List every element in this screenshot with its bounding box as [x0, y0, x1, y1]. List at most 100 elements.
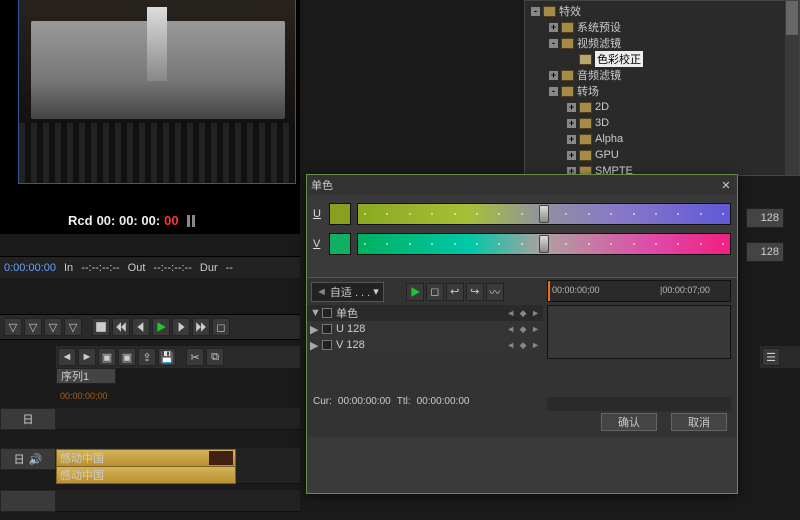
- insert-button[interactable]: ▣: [98, 348, 116, 366]
- tree-item[interactable]: - 特效: [525, 3, 799, 19]
- kf-prev-key-button[interactable]: ↩: [446, 283, 464, 301]
- kf-nav-icons[interactable]: ◄ ◆ ►: [506, 340, 541, 351]
- cur-value: 00:00:00:00: [338, 396, 391, 407]
- tree-item[interactable]: -转场: [525, 83, 799, 99]
- collapse-icon[interactable]: ▼: [310, 307, 318, 319]
- v-slider-thumb[interactable]: [539, 235, 549, 253]
- v-slider[interactable]: [357, 233, 731, 255]
- track-header-empty[interactable]: [0, 490, 56, 512]
- playhead-tc[interactable]: 0:00:00:00: [4, 262, 56, 274]
- track-header-v1[interactable]: 日: [0, 408, 56, 430]
- keyframe-ruler[interactable]: 00:00:00;00 |00:00:07;00: [547, 280, 731, 302]
- kf-play-button[interactable]: [406, 283, 424, 301]
- close-icon[interactable]: ✕: [719, 178, 733, 192]
- panel-toggle-button[interactable]: ☰: [762, 348, 780, 366]
- tree-item[interactable]: -视频滤镜: [525, 35, 799, 51]
- u-value-readout[interactable]: 128: [746, 208, 784, 228]
- track-lane-v1[interactable]: [56, 408, 300, 430]
- tree-item[interactable]: + 音频滤镜: [525, 67, 799, 83]
- clip-audio-1[interactable]: 感动中国: [56, 466, 236, 484]
- kf-param-u[interactable]: ▶ U 128 ◄ ◆ ►: [307, 321, 543, 337]
- overwrite-button[interactable]: ▣: [118, 348, 136, 366]
- cancel-button[interactable]: 取消: [671, 413, 727, 431]
- tree-item[interactable]: + GPU: [525, 147, 799, 163]
- tree-scroll-thumb[interactable]: [786, 1, 798, 35]
- nudge-right-button[interactable]: ►: [78, 348, 96, 366]
- rewind-button[interactable]: [112, 318, 130, 336]
- prev-frame-button[interactable]: [132, 318, 150, 336]
- tree-item[interactable]: +3D: [525, 115, 799, 131]
- loop-button[interactable]: ◻: [212, 318, 230, 336]
- param-checkbox[interactable]: [322, 308, 332, 318]
- tree-toggle-icon[interactable]: +: [567, 119, 576, 128]
- tree-toggle-icon[interactable]: -: [531, 7, 540, 16]
- track-header-a1[interactable]: 日 🔊: [0, 448, 56, 470]
- tree-toggle-icon[interactable]: +: [567, 151, 576, 160]
- param-label: 单色: [336, 305, 358, 321]
- u-slider[interactable]: [357, 203, 731, 225]
- tree-item[interactable]: +2D: [525, 99, 799, 115]
- kf-graph-button[interactable]: 〰: [486, 283, 504, 301]
- tree-item[interactable]: +Alpha: [525, 131, 799, 147]
- next-frame-button[interactable]: [172, 318, 190, 336]
- kf-nav-icons[interactable]: ◄ ◆ ►: [506, 308, 541, 319]
- timeline-ruler[interactable]: 00:00:00;00: [56, 388, 300, 404]
- clear-marker-button[interactable]: ▽: [64, 318, 82, 336]
- ttl-label: Ttl:: [397, 396, 411, 407]
- lift-button[interactable]: ⇪: [138, 348, 156, 366]
- out-value: --:--:--:--: [153, 262, 191, 274]
- nudge-left-button[interactable]: ◄: [58, 348, 76, 366]
- pause-icon: [187, 215, 195, 227]
- tree-scrollbar[interactable]: [785, 1, 799, 175]
- ok-button[interactable]: 确认: [601, 413, 657, 431]
- stop-button[interactable]: [92, 318, 110, 336]
- expand-icon[interactable]: ▶: [310, 339, 318, 352]
- folder-icon: [561, 86, 574, 97]
- kf-playhead[interactable]: [548, 281, 550, 301]
- v-value-readout[interactable]: 128: [746, 242, 784, 262]
- tree-item-label: 2D: [595, 101, 609, 113]
- kf-loop-button[interactable]: ◻: [426, 283, 444, 301]
- v-label: V: [313, 238, 323, 250]
- monochrome-dialog: 单色 ✕ U V ◄自适 . . .▾ ◻: [306, 174, 738, 494]
- save-button[interactable]: 💾: [158, 348, 176, 366]
- tree-item[interactable]: + 系统预设: [525, 19, 799, 35]
- clip-video-1[interactable]: 感动中国: [56, 449, 236, 467]
- kf-next-key-button[interactable]: ↪: [466, 283, 484, 301]
- u-slider-thumb[interactable]: [539, 205, 549, 223]
- track-lane-empty[interactable]: [56, 490, 300, 512]
- tree-item[interactable]: 色彩校正: [525, 51, 799, 67]
- tree-toggle-icon[interactable]: +: [549, 23, 558, 32]
- expand-icon[interactable]: ▶: [310, 323, 318, 336]
- mark-out-button[interactable]: ▽: [24, 318, 42, 336]
- preview-video-frame[interactable]: [18, 0, 296, 184]
- kf-param-root[interactable]: ▼ 单色 ◄ ◆ ►: [307, 305, 543, 321]
- param-checkbox[interactable]: [322, 324, 332, 334]
- tree-item-label: 特效: [559, 3, 581, 19]
- sequence-tab[interactable]: 序列1: [56, 368, 116, 384]
- dialog-titlebar[interactable]: 单色 ✕: [307, 175, 737, 195]
- tree-toggle-icon[interactable]: -: [549, 39, 558, 48]
- cut-button[interactable]: ✂: [186, 348, 204, 366]
- tree-toggle-icon[interactable]: -: [549, 87, 558, 96]
- ttl-value: 00:00:00:00: [417, 396, 470, 407]
- tree-toggle-icon[interactable]: +: [567, 135, 576, 144]
- kf-param-v[interactable]: ▶ V 128 ◄ ◆ ►: [307, 337, 543, 353]
- auto-fit-dropdown[interactable]: ◄自适 . . .▾: [311, 282, 384, 302]
- ffwd-button[interactable]: [192, 318, 210, 336]
- set-marker-button[interactable]: ▽: [44, 318, 62, 336]
- tree-item-label: GPU: [595, 149, 619, 161]
- play-button[interactable]: [152, 318, 170, 336]
- param-checkbox[interactable]: [322, 340, 332, 350]
- tree-toggle-icon[interactable]: +: [549, 71, 558, 80]
- keyframe-timecode-readout: Cur:00:00:00:00 Ttl:00:00:00:00: [313, 396, 469, 407]
- track-lane-a1[interactable]: 感动中国 感动中国: [56, 448, 300, 484]
- tree-item-label: 音频滤镜: [577, 67, 621, 83]
- tree-toggle-icon[interactable]: +: [567, 103, 576, 112]
- tree-item-label: 系统预设: [577, 19, 621, 35]
- copy-button[interactable]: ⧉: [206, 348, 224, 366]
- kf-nav-icons[interactable]: ◄ ◆ ►: [506, 324, 541, 335]
- keyframe-track-area[interactable]: [547, 305, 731, 359]
- keyframe-scrollbar[interactable]: [547, 397, 731, 411]
- mark-in-button[interactable]: ▽: [4, 318, 22, 336]
